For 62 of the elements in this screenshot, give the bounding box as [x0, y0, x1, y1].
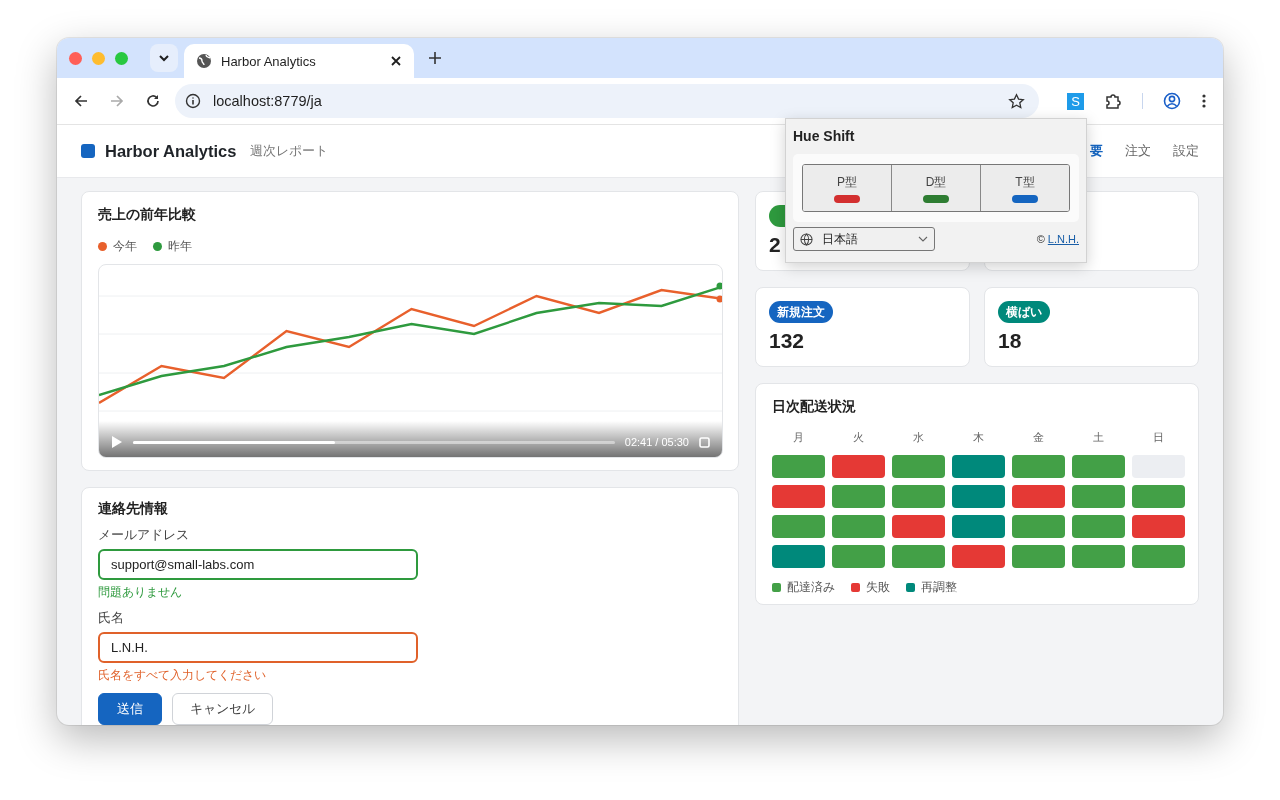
weekday-label: 日 [1152, 430, 1165, 445]
play-icon[interactable] [111, 435, 123, 449]
fullscreen-icon[interactable] [699, 436, 710, 448]
legend-label: 今年 [113, 238, 137, 255]
logo-icon [81, 144, 95, 158]
validation-message: 問題ありません [98, 584, 183, 601]
kpi-value: 18 [998, 329, 1022, 353]
submit-button[interactable]: 送信 [98, 693, 162, 725]
star-icon[interactable] [1008, 92, 1025, 110]
url-text: localhost:8779/ja [213, 93, 323, 109]
profile-icon[interactable] [1163, 92, 1181, 110]
kpi-badge: 新規注文 [769, 301, 833, 323]
address-bar[interactable]: localhost:8779/ja [175, 84, 1039, 118]
language-select[interactable]: 日本語 [793, 227, 935, 251]
weekday-label: 月 [792, 430, 805, 445]
weekday-label: 金 [1032, 430, 1045, 445]
tab-list-button[interactable] [150, 44, 178, 72]
close-icon[interactable] [390, 55, 402, 67]
field-label: メールアドレス [98, 527, 190, 544]
menu-icon[interactable] [1201, 93, 1207, 109]
legend-label: 配達済み [787, 579, 835, 596]
weekday-label: 土 [1092, 430, 1105, 445]
new-tab-icon[interactable] [428, 51, 442, 65]
card-title: 日次配送状況 [772, 398, 857, 416]
tab-title: Harbor Analytics [221, 53, 317, 69]
globe-icon [196, 53, 212, 69]
mode-button[interactable]: T型 [980, 165, 1069, 211]
popup-title: Hue Shift [793, 128, 856, 144]
copyright-sign: © [1036, 233, 1045, 245]
mode-button[interactable]: D型 [891, 165, 980, 211]
video-time: 02:41 / 05:30 [624, 436, 689, 448]
reload-icon[interactable] [145, 93, 161, 109]
kpi-value: 2 [769, 233, 781, 257]
mode-button[interactable]: P型 [803, 165, 891, 211]
weekday-label: 水 [912, 430, 925, 445]
globe-icon [800, 232, 813, 246]
nav-link[interactable]: 要 [1090, 142, 1103, 160]
kpi-badge: 横ばい [998, 301, 1050, 323]
report-subtitle: 週次レポート [250, 142, 329, 160]
nav-link[interactable]: 注文 [1125, 142, 1151, 160]
field-label: 氏名 [98, 610, 125, 627]
info-icon [185, 93, 201, 109]
legend-label: 昨年 [168, 238, 192, 255]
back-arrow-icon[interactable] [73, 93, 89, 109]
cancel-button[interactable]: キャンセル [172, 693, 273, 725]
weekday-label: 木 [972, 430, 985, 445]
text-input[interactable]: support@small-labs.com [98, 549, 418, 580]
text-input[interactable]: L.N.H. [98, 632, 418, 663]
card-title: 売上の前年比較 [98, 206, 197, 224]
chevron-down-icon [918, 236, 928, 242]
weekday-label: 火 [852, 430, 865, 445]
chevron-down-icon [158, 52, 170, 64]
nav-link[interactable]: 設定 [1173, 142, 1199, 160]
puzzle-icon[interactable] [1104, 92, 1122, 110]
brand-name: Harbor Analytics [105, 141, 237, 161]
error-message: 氏名をすべて入力してください [98, 667, 267, 684]
legend-label: 失敗 [866, 579, 890, 596]
browser-tab[interactable]: Harbor Analytics [184, 44, 414, 78]
card-title: 連絡先情報 [98, 500, 169, 518]
kpi-value: 132 [769, 329, 805, 353]
legend-label: 再調整 [921, 579, 957, 596]
author-link[interactable]: L.N.H. [1047, 233, 1079, 245]
